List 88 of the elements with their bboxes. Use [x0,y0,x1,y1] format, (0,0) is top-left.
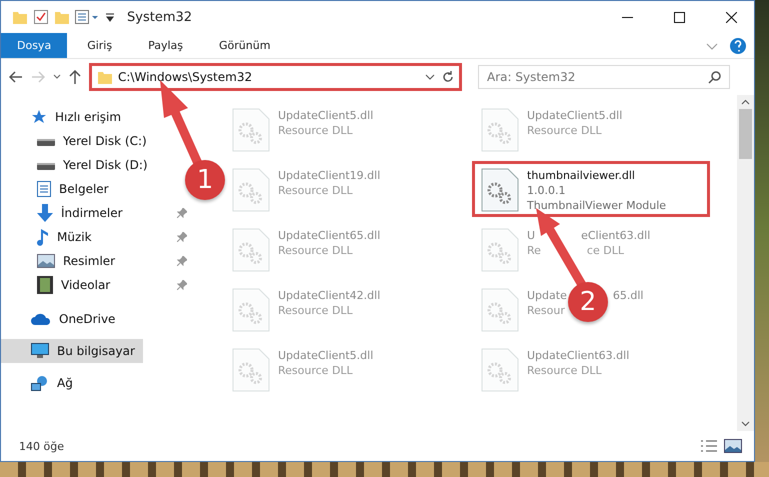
file-name: thumbnailviewer.dll [527,168,635,183]
sidebar-item[interactable]: Yerel Disk (C:) [1,129,155,153]
file-description: Resource DLL [278,183,353,198]
sidebar-item[interactable]: Müzik [1,225,100,249]
gear-file-icon [481,108,519,152]
sidebar-item[interactable]: İndirmeler [1,201,131,225]
ribbon-tab[interactable]: Görünüm [203,33,286,58]
sidebar-item[interactable]: OneDrive [1,307,124,331]
document-icon [37,181,51,197]
star-icon [31,109,47,125]
file-description: ce DLL [586,243,624,258]
highlighted-file-item[interactable]: thumbnailviewer.dll 1.0.0.1 ThumbnailViewer Module [472,161,710,217]
folder-icon [13,10,27,24]
item-count: 140 öğe [19,440,65,452]
sidebar-item[interactable]: Bu bilgisayar [1,339,143,363]
sidebar-item[interactable]: Hızlı erişim [1,105,130,129]
cloud-icon [31,313,51,325]
file-description: Resource DLL [278,363,353,378]
address-bar[interactable]: C:\Windows\System32 [89,63,462,91]
gear-file-icon [481,168,519,212]
scroll-up-icon[interactable] [741,97,750,107]
up-arrow-icon[interactable] [69,70,81,84]
large-icons-view-icon[interactable] [724,439,742,453]
file-description: Resource DLL [527,123,602,138]
chevron-down-icon[interactable] [53,74,61,80]
file-name: UpdateClient5.dll [278,348,374,363]
gear-file-icon [232,348,270,392]
sidebar-item[interactable]: Videolar [1,273,118,297]
search-icon[interactable] [708,70,722,84]
monitor-icon [31,343,49,359]
file-name: eClient63.dll [581,228,650,243]
sidebar-item[interactable]: Yerel Disk (D:) [1,153,156,177]
minimize-icon [622,16,632,18]
close-icon [726,12,736,22]
folder-icon [98,70,112,84]
dropdown-icon[interactable] [105,12,115,22]
file-name: UpdateClient63.dll [527,348,630,363]
refresh-icon[interactable] [441,70,455,84]
search-field[interactable]: Ara: System32 [478,65,730,89]
back-arrow-icon[interactable] [9,71,23,83]
file-name: UpdateClient19.dll [278,168,380,183]
network-icon [31,375,49,391]
gear-file-icon [232,228,270,272]
file-name: UpdateClient5.dll [278,108,374,123]
view-options-icon[interactable] [75,10,99,24]
sidebar-item[interactable]: Belgeler [1,177,117,201]
ribbon-tab[interactable]: Paylaş [132,33,199,58]
file-description: Resource DLL [527,363,602,378]
music-note-icon [37,228,49,246]
file-description: Resource DLL [278,123,353,138]
gear-file-icon [232,288,270,332]
file-name: UpdateClient65.dll [278,228,380,243]
file-description: ThumbnailViewer Module [527,198,666,213]
ribbon-tab[interactable]: Giriş [71,33,128,58]
file-description: Resource DLL [278,243,353,258]
scroll-down-icon[interactable] [741,419,750,429]
picture-icon [37,254,55,268]
file-description: 1.0.0.1 [527,183,566,198]
scrollbar[interactable] [737,95,754,431]
sidebar-item[interactable]: Resimler [1,249,124,273]
chevron-down-icon[interactable] [425,73,435,81]
gear-file-icon [481,288,519,332]
file-name: 65.dll [612,288,644,303]
film-icon [37,276,53,294]
gear-file-icon [232,168,270,212]
folder-icon [55,10,69,24]
details-view-icon[interactable] [700,439,718,453]
gear-file-icon [481,228,519,272]
pin-icon[interactable] [177,256,187,266]
file-description: Resource DLL [278,303,353,318]
scrollbar-thumb[interactable] [739,109,752,159]
gear-file-icon [232,108,270,152]
sidebar-item[interactable]: Ağ [1,371,81,395]
file-name: Update [527,288,567,303]
file-description: Resour [527,303,565,318]
file-name: UpdateClient42.dll [278,288,380,303]
pin-icon[interactable] [177,232,187,242]
gear-file-icon [481,348,519,392]
ribbon-tab[interactable]: Dosya [1,33,68,58]
pin-icon[interactable] [177,280,187,290]
file-name: U [527,228,536,243]
maximize-icon [674,12,684,22]
down-arrow-icon [37,204,53,222]
file-description: Re [527,243,541,258]
window-title: System32 [127,10,194,24]
properties-icon[interactable] [33,9,49,25]
file-name: UpdateClient5.dll [527,108,622,123]
pin-icon[interactable] [177,208,187,218]
